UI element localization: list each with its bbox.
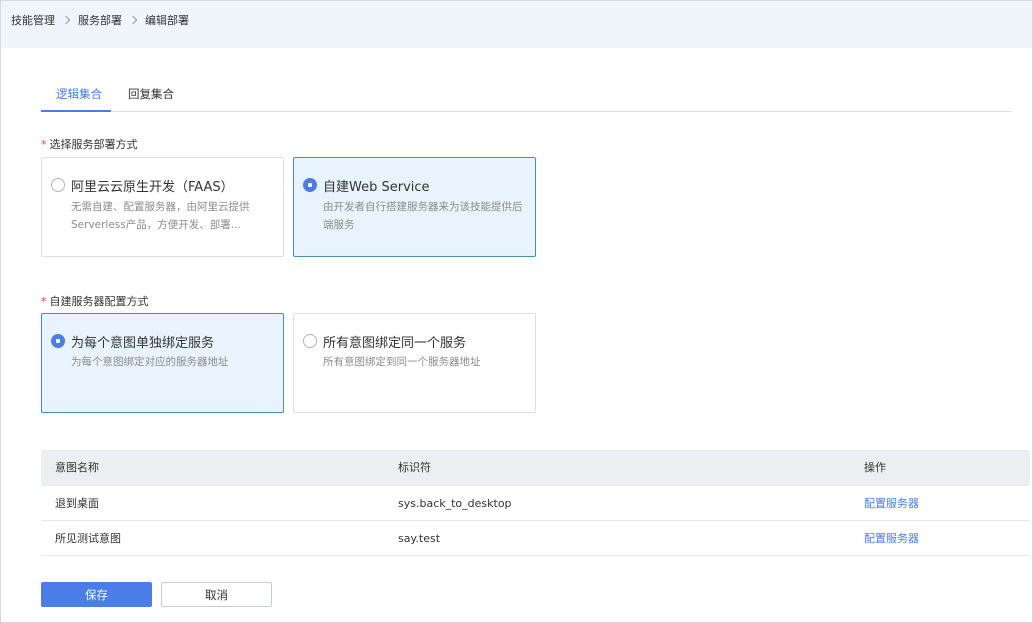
header-actions: 操作 bbox=[864, 461, 886, 474]
intent-identifier: sys.back_to_desktop bbox=[398, 497, 512, 510]
chevron-right-icon bbox=[61, 15, 71, 25]
option-desc: 由开发者自行搭建服务器来为该技能提供后端服务 bbox=[323, 201, 523, 231]
option-title: 自建Web Service bbox=[323, 180, 430, 195]
table-row: 退到桌面 sys.back_to_desktop 配置服务器 bbox=[41, 486, 1030, 521]
intent-table: 意图名称 标识符 操作 退到桌面 sys.back_to_desktop 配置服… bbox=[41, 450, 1030, 556]
intent-name: 所见测试意图 bbox=[55, 532, 121, 545]
tab-bar: 逻辑集合 回复集合 bbox=[41, 78, 1012, 112]
radio-per-intent[interactable] bbox=[51, 334, 65, 348]
option-title: 所有意图绑定同一个服务 bbox=[323, 336, 467, 351]
option-desc: 为每个意图绑定对应的服务器地址 bbox=[71, 356, 229, 368]
option-desc: 无需自建、配置服务器，由阿里云提供Serverless产品，方便开发、部署... bbox=[71, 201, 250, 231]
header-identifier: 标识符 bbox=[398, 461, 431, 474]
option-card-per-intent[interactable]: 为每个意图单独绑定服务 为每个意图绑定对应的服务器地址 bbox=[41, 313, 284, 413]
radio-web-service[interactable] bbox=[303, 178, 317, 192]
required-mark: * bbox=[41, 295, 47, 308]
header-intent-name: 意图名称 bbox=[55, 461, 99, 474]
required-mark: * bbox=[41, 138, 47, 151]
option-card-faas[interactable]: 阿里云云原生开发（FAAS） 无需自建、配置服务器，由阿里云提供Serverle… bbox=[41, 157, 284, 257]
configure-server-link[interactable]: 配置服务器 bbox=[864, 486, 919, 521]
tab-logic-set[interactable]: 逻辑集合 bbox=[41, 78, 111, 112]
breadcrumb-item-service-deploy[interactable]: 服务部署 bbox=[78, 12, 122, 28]
save-button[interactable]: 保存 bbox=[41, 582, 152, 607]
intent-identifier: say.test bbox=[398, 532, 441, 545]
table-row: 所见测试意图 say.test 配置服务器 bbox=[41, 521, 1030, 556]
radio-same-service[interactable] bbox=[303, 334, 317, 348]
breadcrumb: 技能管理 服务部署 编辑部署 bbox=[11, 12, 189, 28]
option-card-web-service[interactable]: 自建Web Service 由开发者自行搭建服务器来为该技能提供后端服务 bbox=[293, 157, 536, 257]
option-title: 为每个意图单独绑定服务 bbox=[71, 336, 215, 351]
configure-server-link[interactable]: 配置服务器 bbox=[864, 521, 919, 556]
breadcrumb-item-skill-management[interactable]: 技能管理 bbox=[11, 12, 55, 28]
server-config-label: * 自建服务器配置方式 bbox=[41, 293, 149, 309]
option-title: 阿里云云原生开发（FAAS） bbox=[71, 180, 234, 195]
server-config-label-text: 自建服务器配置方式 bbox=[49, 295, 149, 308]
chevron-right-icon bbox=[128, 15, 138, 25]
breadcrumb-bar: 技能管理 服务部署 编辑部署 bbox=[1, 1, 1032, 48]
cancel-button[interactable]: 取消 bbox=[161, 582, 272, 607]
breadcrumb-item-edit-deploy: 编辑部署 bbox=[145, 14, 189, 27]
table-header: 意图名称 标识符 操作 bbox=[41, 450, 1030, 486]
deploy-method-label-text: 选择服务部署方式 bbox=[49, 138, 138, 151]
deploy-method-label: * 选择服务部署方式 bbox=[41, 136, 138, 152]
tab-reply-set[interactable]: 回复集合 bbox=[128, 78, 188, 112]
intent-name: 退到桌面 bbox=[55, 497, 99, 510]
radio-faas[interactable] bbox=[51, 178, 65, 192]
option-desc: 所有意图绑定到同一个服务器地址 bbox=[323, 356, 481, 368]
option-card-same-service[interactable]: 所有意图绑定同一个服务 所有意图绑定到同一个服务器地址 bbox=[293, 313, 536, 413]
